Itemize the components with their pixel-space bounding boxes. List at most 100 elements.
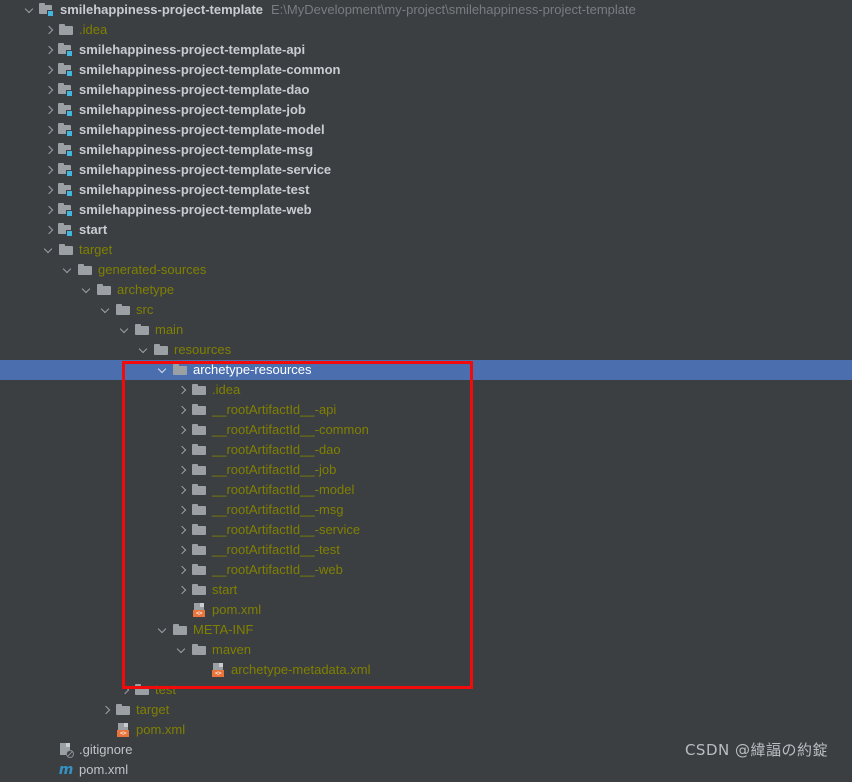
folder-icon bbox=[96, 282, 112, 298]
tree-row[interactable]: smilehappiness-project-template-dao bbox=[0, 80, 852, 100]
xml-file-icon: <> bbox=[115, 722, 131, 738]
chevron-right-icon[interactable] bbox=[174, 442, 190, 458]
tree-row-label: start bbox=[79, 222, 108, 237]
tree-row[interactable]: archetype bbox=[0, 280, 852, 300]
chevron-right-icon[interactable] bbox=[174, 502, 190, 518]
tree-row[interactable]: smilehappiness-project-template-api bbox=[0, 40, 852, 60]
folder-icon bbox=[191, 482, 207, 498]
tree-row[interactable]: smilehappiness-project-template-msg bbox=[0, 140, 852, 160]
tree-row[interactable]: META-INF bbox=[0, 620, 852, 640]
tree-row[interactable]: smilehappiness-project-template-common bbox=[0, 60, 852, 80]
chevron-down-icon[interactable] bbox=[41, 242, 57, 258]
chevron-right-icon[interactable] bbox=[117, 682, 133, 698]
chevron-right-icon[interactable] bbox=[98, 702, 114, 718]
chevron-right-icon[interactable] bbox=[41, 182, 57, 198]
tree-row[interactable]: start bbox=[0, 220, 852, 240]
xml-file-icon: <> bbox=[210, 662, 226, 678]
tree-row[interactable]: __rootArtifactId__-api bbox=[0, 400, 852, 420]
tree-row[interactable]: smilehappiness-project-template E:\MyDeve… bbox=[0, 0, 852, 20]
tree-row[interactable]: __rootArtifactId__-dao bbox=[0, 440, 852, 460]
tree-row[interactable]: smilehappiness-project-template-test bbox=[0, 180, 852, 200]
folder-icon bbox=[191, 442, 207, 458]
chevron-down-icon[interactable] bbox=[22, 2, 38, 18]
folder-icon bbox=[191, 562, 207, 578]
chevron-down-icon[interactable] bbox=[98, 302, 114, 318]
chevron-right-icon[interactable] bbox=[41, 42, 57, 58]
tree-row[interactable]: target bbox=[0, 700, 852, 720]
tree-row[interactable]: resources bbox=[0, 340, 852, 360]
tree-row[interactable]: __rootArtifactId__-common bbox=[0, 420, 852, 440]
chevron-right-icon[interactable] bbox=[174, 582, 190, 598]
chevron-right-icon[interactable] bbox=[174, 542, 190, 558]
chevron-right-icon[interactable] bbox=[41, 122, 57, 138]
chevron-right-icon[interactable] bbox=[41, 102, 57, 118]
chevron-down-icon[interactable] bbox=[155, 362, 171, 378]
project-tree[interactable]: smilehappiness-project-template E:\MyDeve… bbox=[0, 0, 852, 782]
chevron-down-icon[interactable] bbox=[79, 282, 95, 298]
tree-row-label: .gitignore bbox=[79, 742, 133, 757]
tree-row[interactable]: smilehappiness-project-template-web bbox=[0, 200, 852, 220]
chevron-down-icon[interactable] bbox=[174, 642, 190, 658]
chevron-right-icon[interactable] bbox=[174, 402, 190, 418]
chevron-down-icon[interactable] bbox=[155, 622, 171, 638]
tree-row[interactable]: .idea bbox=[0, 20, 852, 40]
chevron-right-icon[interactable] bbox=[174, 422, 190, 438]
tree-row[interactable]: __rootArtifactId__-test bbox=[0, 540, 852, 560]
tree-row[interactable]: __rootArtifactId__-web bbox=[0, 560, 852, 580]
chevron-right-icon[interactable] bbox=[174, 522, 190, 538]
chevron-right-icon[interactable] bbox=[41, 222, 57, 238]
chevron-down-icon[interactable] bbox=[117, 322, 133, 338]
chevron-right-icon[interactable] bbox=[41, 22, 57, 38]
tree-row-label: __rootArtifactId__-model bbox=[212, 482, 355, 497]
chevron-right-icon[interactable] bbox=[41, 62, 57, 78]
tree-row[interactable]: target bbox=[0, 240, 852, 260]
chevron-right-icon[interactable] bbox=[41, 202, 57, 218]
chevron-right-icon[interactable] bbox=[174, 382, 190, 398]
chevron-right-icon[interactable] bbox=[174, 462, 190, 478]
tree-row-label: smilehappiness-project-template bbox=[60, 2, 263, 17]
tree-row[interactable]: <> pom.xml bbox=[0, 600, 852, 620]
tree-row-label: archetype bbox=[117, 282, 175, 297]
tree-row-label: target bbox=[79, 242, 113, 257]
tree-row[interactable]: maven bbox=[0, 640, 852, 660]
tree-row[interactable]: start bbox=[0, 580, 852, 600]
tree-row[interactable]: __rootArtifactId__-job bbox=[0, 460, 852, 480]
tree-row[interactable]: __rootArtifactId__-service bbox=[0, 520, 852, 540]
tree-row[interactable]: m pom.xml bbox=[0, 760, 852, 780]
chevron-down-icon[interactable] bbox=[136, 342, 152, 358]
tree-row[interactable]: __rootArtifactId__-msg bbox=[0, 500, 852, 520]
tree-row[interactable]: generated-sources bbox=[0, 260, 852, 280]
chevron-right-icon[interactable] bbox=[174, 562, 190, 578]
tree-row[interactable]: <> pom.xml bbox=[0, 720, 852, 740]
tree-row[interactable]: main bbox=[0, 320, 852, 340]
tree-row[interactable]: src bbox=[0, 300, 852, 320]
tree-row[interactable]: smilehappiness-project-template-model bbox=[0, 120, 852, 140]
chevron-right-icon[interactable] bbox=[174, 482, 190, 498]
tree-row[interactable]: smilehappiness-project-template-service bbox=[0, 160, 852, 180]
folder-icon bbox=[115, 302, 131, 318]
chevron-right-icon[interactable] bbox=[41, 162, 57, 178]
tree-row[interactable]: __rootArtifactId__-model bbox=[0, 480, 852, 500]
chevron-down-icon[interactable] bbox=[60, 262, 76, 278]
tree-row-selected[interactable]: archetype-resources bbox=[0, 360, 852, 380]
chevron-right-icon[interactable] bbox=[41, 142, 57, 158]
tree-row[interactable]: .idea bbox=[0, 380, 852, 400]
chevron-right-icon[interactable] bbox=[41, 82, 57, 98]
tree-row[interactable]: test bbox=[0, 680, 852, 700]
tree-row-label: archetype-resources bbox=[193, 362, 312, 377]
tree-row[interactable]: smilehappiness-project-template-job bbox=[0, 100, 852, 120]
tree-row[interactable]: <> archetype-metadata.xml bbox=[0, 660, 852, 680]
